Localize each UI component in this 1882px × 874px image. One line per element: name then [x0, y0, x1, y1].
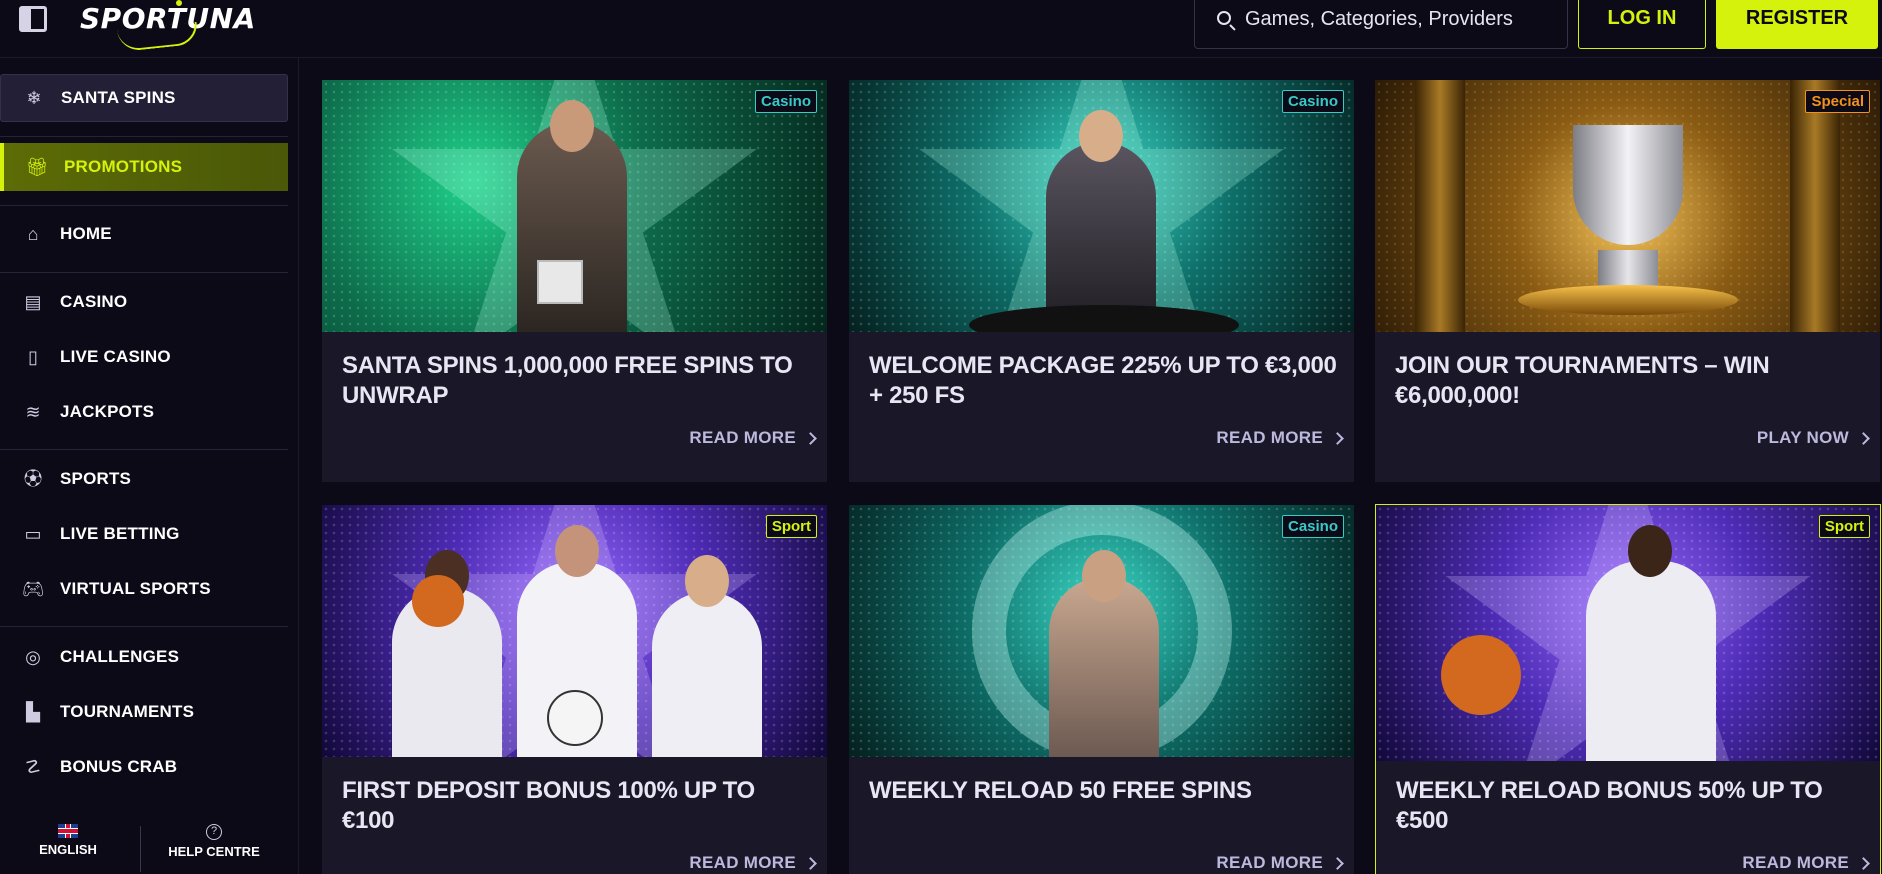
card-icon: ▯ [28, 347, 38, 367]
promo-title: WEEKLY RELOAD 50 FREE SPINS [869, 777, 1252, 804]
sidebar-item-bonus-crab[interactable]: ☡ BONUS CRAB [0, 743, 288, 791]
sidebar-item-promotions[interactable]: 🎁︎ PROMOTIONS [0, 143, 288, 191]
sidebar-item-label: LIVE BETTING [60, 524, 180, 543]
promo-image [849, 505, 1354, 757]
sidebar-item-challenges[interactable]: ◎ CHALLENGES [0, 633, 288, 681]
sidebar-item-label: CASINO [60, 292, 128, 311]
login-button[interactable]: LOG IN [1578, 0, 1706, 49]
sidebar-item-label: SPORTS [60, 469, 132, 488]
cta-label: READ MORE [1742, 853, 1849, 872]
promo-card[interactable]: Sport WEEKLY RELOAD BONUS 50% UP TO €500… [1375, 504, 1881, 874]
crab-icon: ☡ [24, 757, 42, 777]
category-badge: Sport [1818, 515, 1870, 538]
promo-card[interactable]: Casino WEEKLY RELOAD 50 FREE SPINS READ … [849, 505, 1354, 874]
promo-title: JOIN OUR TOURNAMENTS – WIN €6,000,000! [1395, 352, 1770, 409]
medal-icon: ◎ [25, 647, 41, 667]
search-input[interactable] [1245, 6, 1555, 32]
sidebar-item-label: JACKPOTS [60, 402, 155, 421]
chevron-right-icon [804, 856, 817, 870]
promo-card[interactable]: Sport FIRST DEPOSIT BONUS 100% UP TO €10… [322, 505, 827, 874]
sidebar-item-jackpots[interactable]: ≋ JACKPOTS [0, 388, 288, 436]
soccer-ball-icon: ⚽︎ [24, 469, 42, 489]
divider [0, 205, 288, 206]
podium-icon: ▙ [26, 702, 40, 722]
sidebar-item-home[interactable]: ⌂ HOME [0, 210, 288, 258]
read-more-link[interactable]: READ MORE [689, 853, 817, 873]
category-badge: Sport [765, 515, 817, 538]
sidebar-item-label: HOME [60, 224, 112, 243]
sidebar-toggle-icon[interactable] [19, 6, 47, 32]
divider [0, 136, 288, 137]
chevron-right-icon [1857, 856, 1870, 870]
category-badge: Casino [1281, 90, 1344, 113]
promo-title: SANTA SPINS 1,000,000 FREE SPINS TO UNWR… [342, 352, 793, 409]
chips-icon: ≋ [25, 402, 41, 422]
promo-title: WELCOME PACKAGE 225% UP TO €3,000 + 250 … [869, 352, 1337, 409]
chevron-right-icon [1857, 431, 1870, 445]
sidebar-item-virtual-sports[interactable]: 🎮︎ VIRTUAL SPORTS [0, 565, 288, 613]
divider [0, 626, 288, 627]
sidebar-item-label: PROMOTIONS [64, 157, 183, 176]
logo-star-icon [176, 0, 182, 6]
category-badge: Casino [1281, 515, 1344, 538]
category-badge: Casino [754, 90, 817, 113]
gift-icon: 🎁︎ [25, 157, 49, 177]
sidebar-item-casino[interactable]: ▤ CASINO [0, 278, 288, 326]
read-more-link[interactable]: READ MORE [1216, 428, 1344, 448]
cta-label: READ MORE [689, 853, 796, 872]
footer-divider [140, 826, 141, 872]
sidebar-item-label: TOURNAMENTS [60, 702, 195, 721]
sidebar: ❄ SANTA SPINS 🎁︎ PROMOTIONS ⌂ HOME ▤ CAS… [0, 58, 299, 874]
sidebar-item-tournaments[interactable]: ▙ TOURNAMENTS [0, 688, 288, 736]
video-camera-icon: ▭ [24, 524, 42, 544]
sidebar-item-live-casino[interactable]: ▯ LIVE CASINO [0, 333, 288, 381]
category-badge: Special [1805, 90, 1870, 113]
register-button[interactable]: REGISTER [1716, 0, 1878, 49]
play-now-link[interactable]: PLAY NOW [1756, 428, 1870, 448]
sidebar-item-label: VIRTUAL SPORTS [60, 579, 211, 598]
sidebar-item-santa-spins[interactable]: ❄ SANTA SPINS [0, 74, 288, 122]
chevron-right-icon [804, 431, 817, 445]
cta-label: READ MORE [689, 428, 796, 447]
promo-title: FIRST DEPOSIT BONUS 100% UP TO €100 [342, 777, 755, 834]
promo-title: WEEKLY RELOAD BONUS 50% UP TO €500 [1396, 777, 1823, 834]
read-more-link[interactable]: READ MORE [1216, 853, 1344, 873]
uk-flag-icon [58, 824, 78, 838]
help-icon: ? [206, 824, 222, 840]
sidebar-item-live-betting[interactable]: ▭ LIVE BETTING [0, 510, 288, 558]
promo-image [1375, 80, 1880, 332]
read-more-link[interactable]: READ MORE [689, 428, 817, 448]
divider [0, 272, 288, 273]
chevron-right-icon [1331, 856, 1344, 870]
cta-label: READ MORE [1216, 853, 1323, 872]
sidebar-item-label: LIVE CASINO [60, 347, 171, 366]
language-selector[interactable]: ENGLISH [30, 824, 106, 874]
help-centre-link[interactable]: ? HELP CENTRE [160, 824, 268, 874]
read-more-link[interactable]: READ MORE [1742, 853, 1870, 873]
sidebar-item-sports[interactable]: ⚽︎ SPORTS [0, 455, 288, 503]
promo-image [322, 505, 827, 757]
language-label: ENGLISH [39, 842, 97, 857]
home-icon: ⌂ [27, 224, 39, 244]
sidebar-item-label: SANTA SPINS [61, 88, 176, 107]
slot-machine-icon: ▤ [24, 292, 42, 312]
help-label: HELP CENTRE [168, 844, 260, 859]
divider [0, 449, 288, 450]
top-bar: SPORTUNA LOG IN REGISTER [0, 0, 1882, 58]
cta-label: PLAY NOW [1756, 428, 1849, 447]
cta-label: READ MORE [1216, 428, 1323, 447]
promo-image [849, 80, 1354, 332]
chevron-right-icon [1331, 431, 1344, 445]
search-icon [1217, 11, 1231, 25]
search-box[interactable] [1194, 0, 1568, 49]
gamepad-icon: 🎮︎ [21, 579, 45, 599]
promo-card[interactable]: Casino SANTA SPINS 1,000,000 FREE SPINS … [322, 80, 827, 482]
promo-card[interactable]: Casino WELCOME PACKAGE 225% UP TO €3,000… [849, 80, 1354, 482]
sidebar-item-label: CHALLENGES [60, 647, 180, 666]
promo-image [322, 80, 827, 332]
promo-image [1376, 505, 1880, 761]
promo-card[interactable]: Special JOIN OUR TOURNAMENTS – WIN €6,00… [1375, 80, 1880, 482]
sidebar-item-label: BONUS CRAB [60, 757, 178, 776]
snowflake-icon: ❄ [26, 88, 42, 108]
